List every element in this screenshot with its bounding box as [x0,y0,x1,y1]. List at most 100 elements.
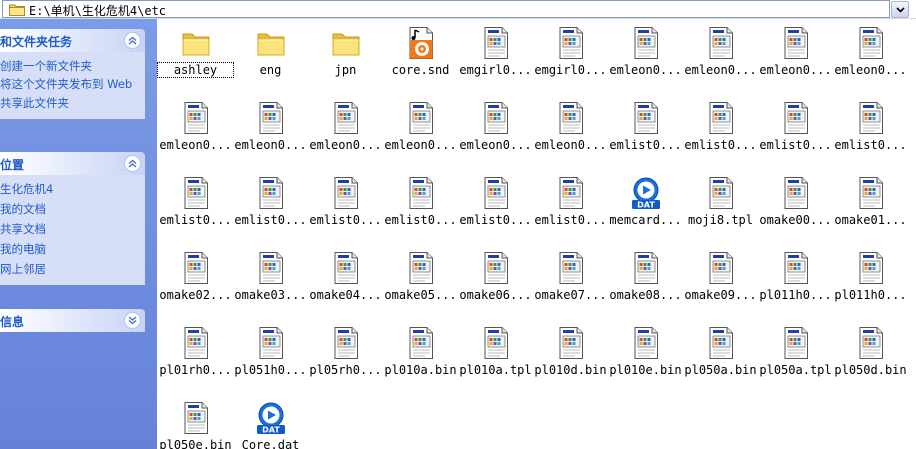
panel-title: 信息 [0,315,25,329]
image-file-icon [555,26,587,60]
file-name-label: emleon0... [609,63,682,77]
collapse-icon[interactable] [124,32,141,49]
place-link-re4[interactable]: 生化危机4 [0,179,145,199]
image-file-icon [405,251,437,285]
file-name-label: emleon0... [384,138,457,152]
address-dropdown-button[interactable] [891,1,909,18]
file-item[interactable]: emlist0... [308,172,383,242]
file-item[interactable]: omake07... [533,247,608,317]
file-item[interactable]: emleon0... [308,97,383,167]
image-file-icon [705,101,737,135]
file-name-label: pl010e.bin [609,363,682,377]
file-item[interactable]: emgirl0... [533,22,608,92]
file-item[interactable]: omake00... [758,172,833,242]
image-file-icon [705,26,737,60]
file-item[interactable]: emleon0... [833,22,908,92]
file-item[interactable]: DAT memcard... [608,172,683,242]
file-name-label: emlist0... [609,138,682,152]
place-link-my-computer[interactable]: 我的电脑 [0,239,145,259]
file-name-label: emleon0... [759,63,832,77]
file-item[interactable]: emleon0... [608,22,683,92]
image-file-icon [705,326,737,360]
file-item[interactable]: omake01... [833,172,908,242]
address-field[interactable]: E:\单机\生化危机4\etc [2,0,890,18]
file-item[interactable]: pl051h0... [233,322,308,392]
file-name-label: pl050d.bin [834,363,907,377]
file-item[interactable]: emleon0... [233,97,308,167]
file-item[interactable]: pl011h0... [833,247,908,317]
image-file-icon [480,176,512,210]
new-folder-link[interactable]: 创建一个新文件夹 [0,56,145,76]
file-item[interactable]: emgirl0... [458,22,533,92]
file-name-label: Core.dat [241,438,300,449]
image-file-icon [255,251,287,285]
file-item[interactable]: pl050e.bin [158,397,233,449]
file-item[interactable]: DAT Core.dat [233,397,308,449]
file-item[interactable]: emlist0... [533,172,608,242]
file-item[interactable]: omake08... [608,247,683,317]
file-name-label: emlist0... [684,138,757,152]
file-item[interactable]: omake05... [383,247,458,317]
file-name-label: emlist0... [534,213,607,227]
file-item[interactable]: omake03... [233,247,308,317]
file-item[interactable]: omake02... [158,247,233,317]
file-item[interactable]: pl050d.bin [833,322,908,392]
file-tasks-header[interactable]: 和文件夹任务 [0,29,145,52]
file-item[interactable]: emlist0... [383,172,458,242]
file-item[interactable]: pl05rh0... [308,322,383,392]
file-item[interactable]: emleon0... [383,97,458,167]
address-bar: E:\单机\生化危机4\etc [0,0,916,19]
file-item[interactable]: pl011h0... [758,247,833,317]
file-item[interactable]: emlist0... [683,97,758,167]
file-name-label: emlist0... [234,213,307,227]
expand-icon[interactable] [124,312,141,329]
file-item[interactable]: omake06... [458,247,533,317]
details-panel: 信息 [0,309,145,332]
file-name-label: emlist0... [834,138,907,152]
folder-item[interactable]: eng [233,22,308,92]
file-item[interactable]: emleon0... [458,97,533,167]
file-item[interactable]: emlist0... [158,172,233,242]
file-name-label: emlist0... [759,138,832,152]
file-name-label: omake05... [384,288,457,302]
audio-file-icon [405,26,437,60]
file-name-label: moji8.tpl [687,213,754,227]
folder-item[interactable]: jpn [308,22,383,92]
file-item[interactable]: emleon0... [758,22,833,92]
file-item[interactable]: pl010e.bin [608,322,683,392]
file-item[interactable]: pl010a.bin [383,322,458,392]
folder-icon [9,4,25,16]
collapse-icon[interactable] [124,155,141,172]
share-folder-link[interactable]: 共享此文件夹 [0,93,145,113]
file-item[interactable]: core.snd [383,22,458,92]
place-link-network[interactable]: 网上邻居 [0,259,145,279]
file-item[interactable]: pl01rh0... [158,322,233,392]
folder-item[interactable]: ashley [157,22,234,92]
publish-web-link[interactable]: 将这个文件夹发布到 Web [0,76,145,93]
place-link-shared-documents[interactable]: 共享文档 [0,219,145,239]
file-item[interactable]: pl050a.bin [683,322,758,392]
place-link-my-documents[interactable]: 我的文档 [0,199,145,219]
file-item[interactable]: omake04... [308,247,383,317]
file-item[interactable]: emlist0... [233,172,308,242]
file-item[interactable]: emlist0... [458,172,533,242]
file-name-label: pl051h0... [234,363,307,377]
details-header[interactable]: 信息 [0,309,145,332]
file-item[interactable]: emlist0... [833,97,908,167]
file-item[interactable]: emlist0... [758,97,833,167]
file-item[interactable]: emleon0... [683,22,758,92]
file-name-label: emleon0... [309,138,382,152]
other-places-header[interactable]: 位置 [0,152,145,175]
file-item[interactable]: omake09... [683,247,758,317]
image-file-icon [780,251,812,285]
image-file-icon [405,176,437,210]
file-item[interactable]: pl010a.tpl [458,322,533,392]
file-item[interactable]: pl050a.tpl [758,322,833,392]
file-name-label: emleon0... [834,63,907,77]
file-item[interactable]: emlist0... [608,97,683,167]
file-list-view[interactable]: ashley eng jpn core.snd emgirl0... emgirl0...… [157,19,916,449]
file-item[interactable]: moji8.tpl [683,172,758,242]
file-item[interactable]: emleon0... [158,97,233,167]
file-item[interactable]: pl010d.bin [533,322,608,392]
file-item[interactable]: emleon0... [533,97,608,167]
